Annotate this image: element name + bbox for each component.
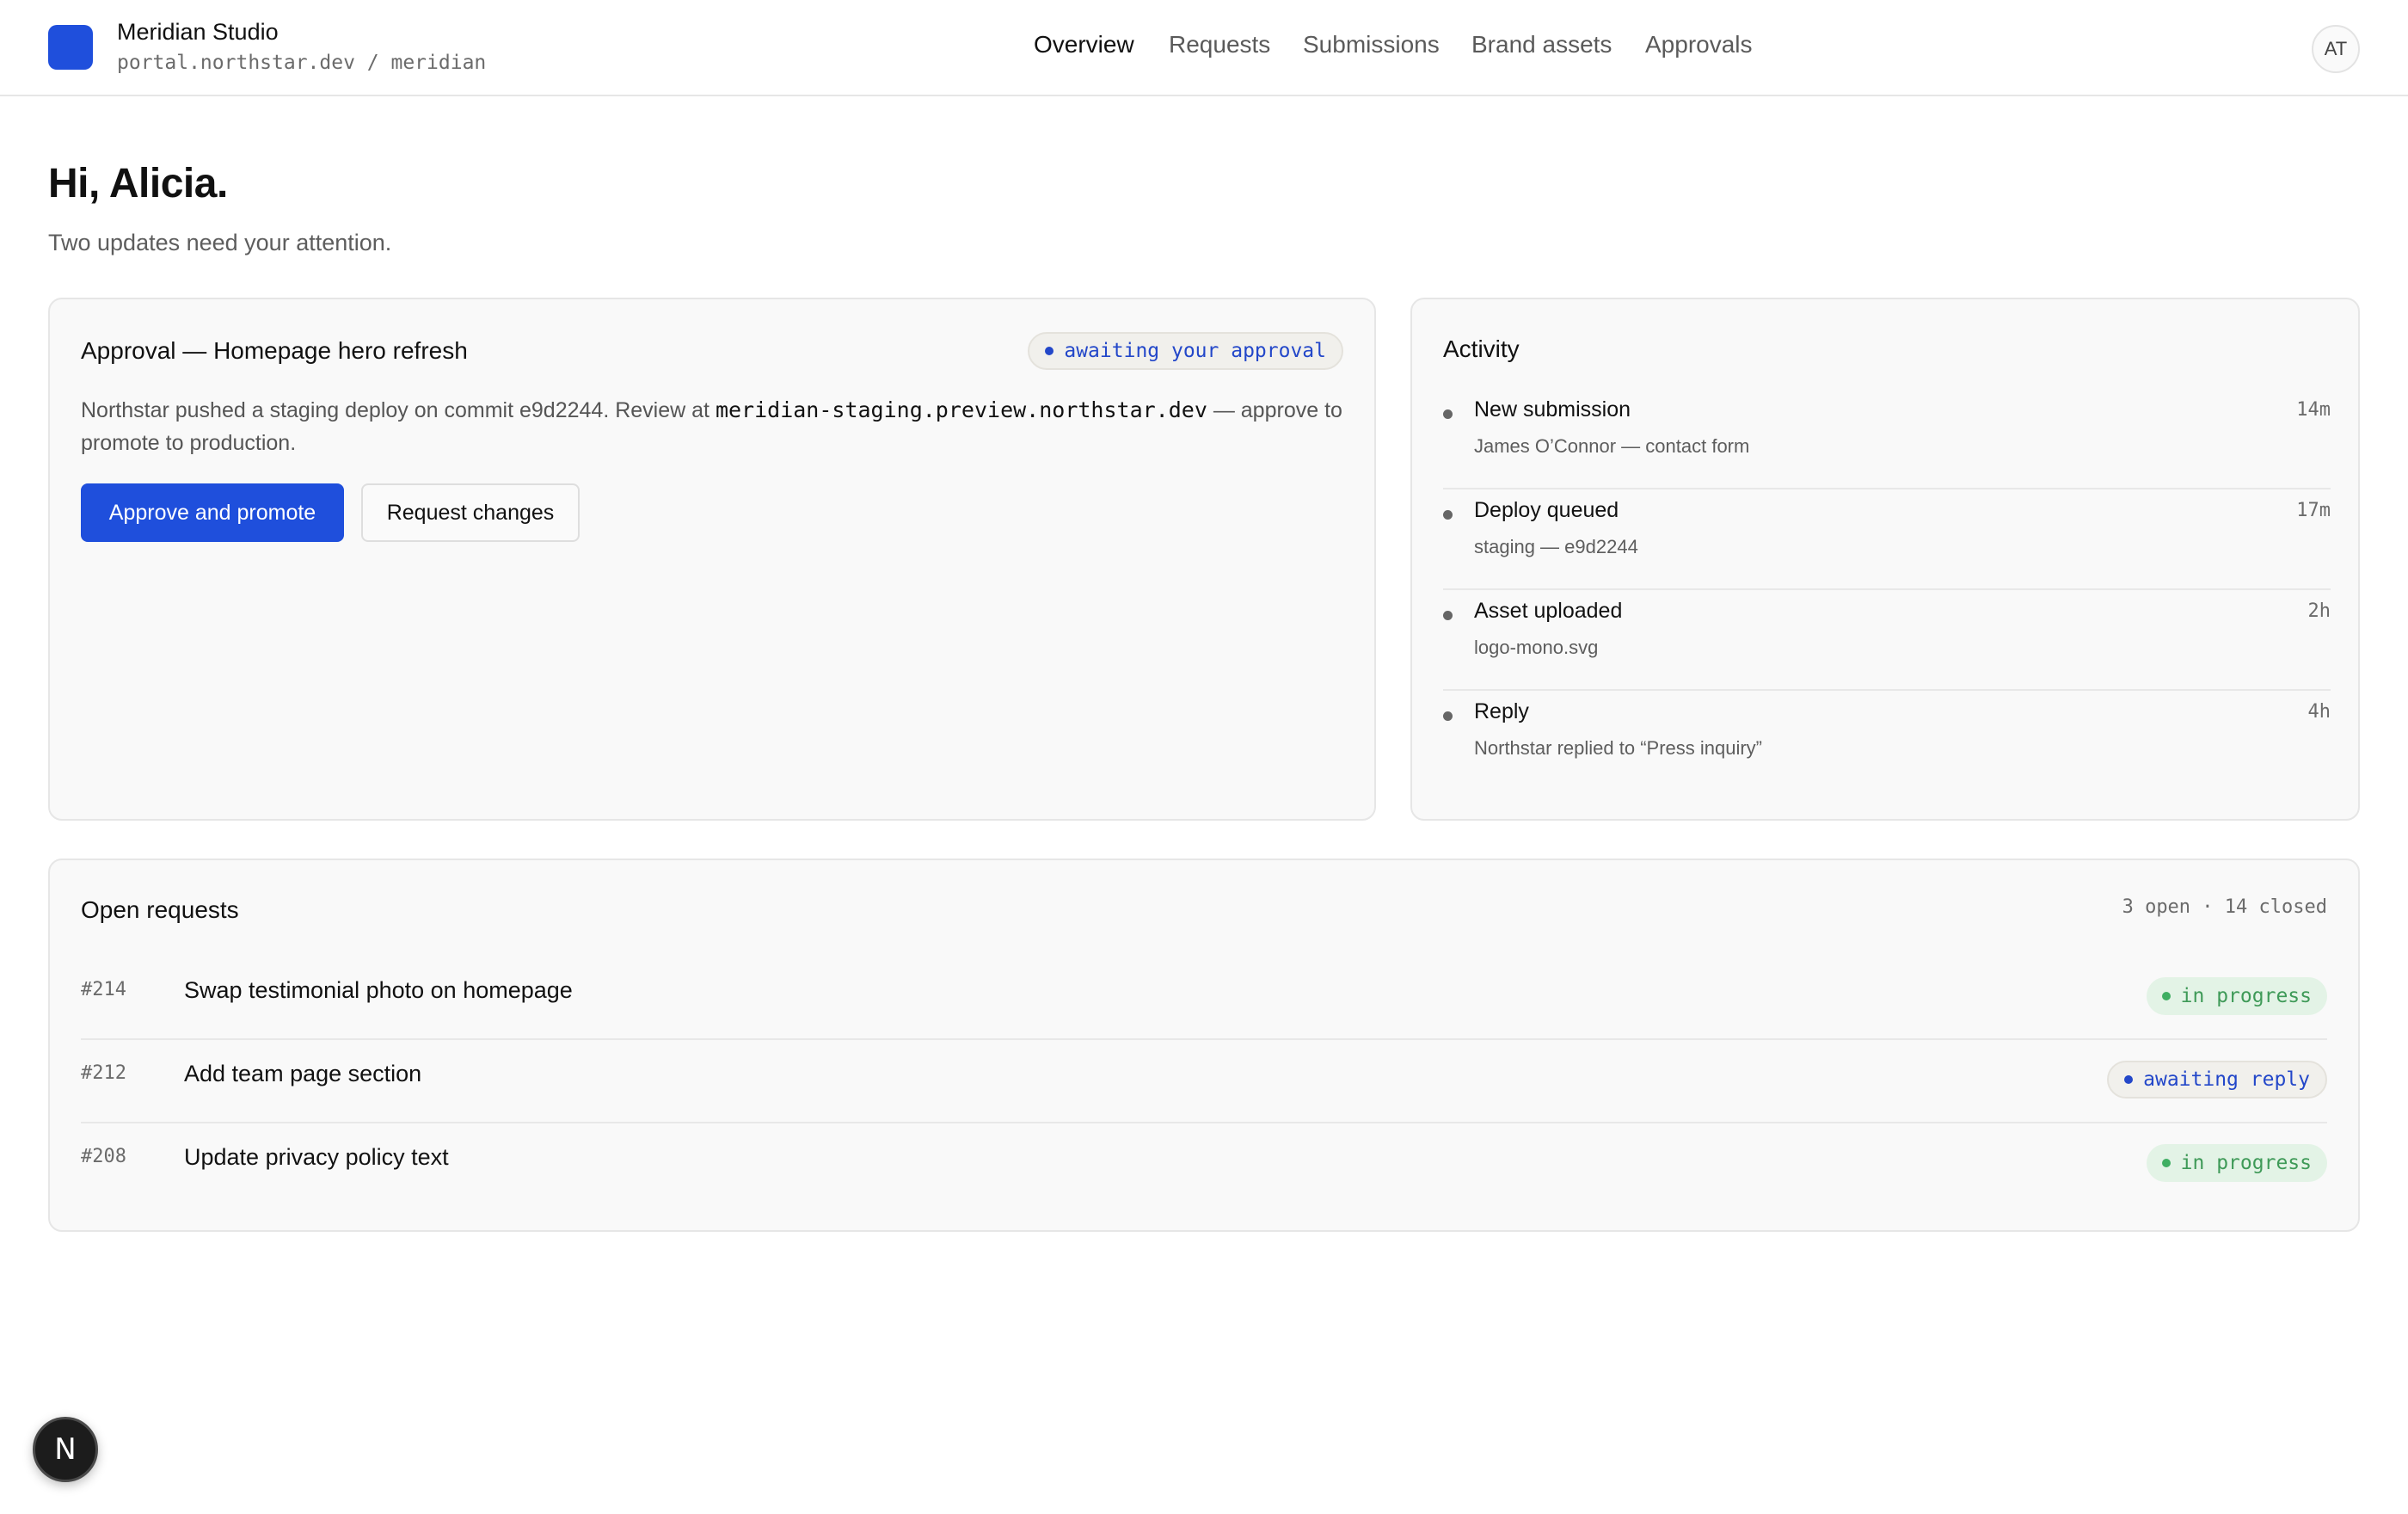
bullet-icon	[1443, 409, 1453, 419]
status-badge: in progress	[2146, 1144, 2327, 1182]
main-nav: Overview Requests Submissions Brand asse…	[0, 0, 2408, 96]
nav-brand-assets[interactable]: Brand assets	[1471, 31, 1612, 58]
request-id: #208	[81, 1146, 126, 1167]
requests-count: 3 open · 14 closed	[2122, 896, 2327, 918]
nav-approvals[interactable]: Approvals	[1645, 31, 1753, 58]
status-dot-icon	[2161, 1159, 2171, 1167]
activity-item-title: New submission	[1474, 397, 1631, 422]
request-row[interactable]: #208 Update privacy policy text in progr…	[81, 1123, 2327, 1207]
approval-status-label: awaiting your approval	[1064, 340, 1326, 362]
activity-item-detail: James O’Connor — contact form	[1474, 435, 1750, 457]
status-label: in progress	[2180, 985, 2312, 1007]
status-badge: awaiting reply	[2107, 1061, 2327, 1099]
activity-item-time: 2h	[2307, 600, 2331, 622]
user-avatar[interactable]: AT	[2312, 25, 2360, 73]
request-title[interactable]: Swap testimonial photo on homepage	[184, 977, 573, 1004]
activity-item-title: Reply	[1474, 699, 1529, 723]
activity-item-time: 17m	[2296, 500, 2331, 521]
activity-item-detail: logo-mono.svg	[1474, 637, 1599, 658]
request-title[interactable]: Add team page section	[184, 1061, 421, 1087]
nav-overview[interactable]: Overview	[1034, 31, 1134, 58]
activity-item[interactable]: New submission James O’Connor — contact …	[1443, 389, 2331, 489]
approval-desc-text: Northstar pushed a staging deploy on com…	[81, 398, 716, 422]
activity-item-title: Asset uploaded	[1474, 599, 1623, 623]
activity-item-time: 4h	[2307, 701, 2331, 723]
activity-card: Activity New submission James O’Connor —…	[1410, 298, 2360, 821]
requests-list: #214 Swap testimonial photo on homepage …	[81, 957, 2327, 1207]
status-dot-icon	[2161, 992, 2171, 1000]
activity-item-time: 14m	[2296, 399, 2331, 421]
page-subtitle: Two updates need your attention.	[48, 230, 392, 255]
bullet-icon	[1443, 711, 1453, 721]
activity-item[interactable]: Reply Northstar replied to “Press inquir…	[1443, 691, 2331, 791]
approve-and-promote-button[interactable]: Approve and promote	[81, 483, 344, 542]
nav-submissions[interactable]: Submissions	[1303, 31, 1440, 58]
nextjs-dev-badge[interactable]: N	[33, 1417, 98, 1482]
activity-item-title: Deploy queued	[1474, 498, 1619, 522]
request-id: #214	[81, 979, 126, 1000]
activity-list: New submission James O’Connor — contact …	[1443, 389, 2331, 791]
page-title: Hi, Alicia.	[48, 161, 228, 206]
activity-title: Activity	[1443, 335, 1520, 362]
approval-title: Approval — Homepage hero refresh	[81, 337, 468, 364]
bullet-icon	[1443, 611, 1453, 620]
approval-status-badge: awaiting your approval	[1028, 332, 1343, 370]
activity-item[interactable]: Deploy queued staging — e9d2244 17m	[1443, 489, 2331, 590]
request-changes-button[interactable]: Request changes	[361, 483, 580, 542]
bullet-icon	[1443, 510, 1453, 520]
request-id: #212	[81, 1062, 126, 1084]
approval-description: Northstar pushed a staging deploy on com…	[81, 394, 1354, 459]
nav-requests[interactable]: Requests	[1169, 31, 1270, 58]
approval-card: Approval — Homepage hero refresh awaitin…	[48, 298, 1376, 821]
activity-item-detail: Northstar replied to “Press inquiry”	[1474, 737, 1763, 759]
activity-item[interactable]: Asset uploaded logo-mono.svg 2h	[1443, 590, 2331, 691]
status-badge: in progress	[2146, 977, 2327, 1015]
request-row[interactable]: #212 Add team page section awaiting repl…	[81, 1040, 2327, 1123]
status-dot-icon	[2124, 1075, 2134, 1084]
staging-url-link[interactable]: meridian-staging.preview.northstar.dev	[716, 397, 1207, 422]
activity-item-detail: staging — e9d2244	[1474, 536, 1638, 557]
status-label: in progress	[2180, 1152, 2312, 1174]
request-title[interactable]: Update privacy policy text	[184, 1144, 449, 1171]
top-bar: Meridian Studio portal.northstar.dev / m…	[0, 0, 2408, 96]
open-requests-title: Open requests	[81, 896, 239, 923]
open-requests-card: Open requests 3 open · 14 closed #214 Sw…	[48, 859, 2360, 1232]
status-dot-icon	[1045, 347, 1054, 355]
nextjs-icon: N	[54, 1432, 77, 1467]
status-label: awaiting reply	[2143, 1068, 2310, 1091]
request-row[interactable]: #214 Swap testimonial photo on homepage …	[81, 957, 2327, 1040]
